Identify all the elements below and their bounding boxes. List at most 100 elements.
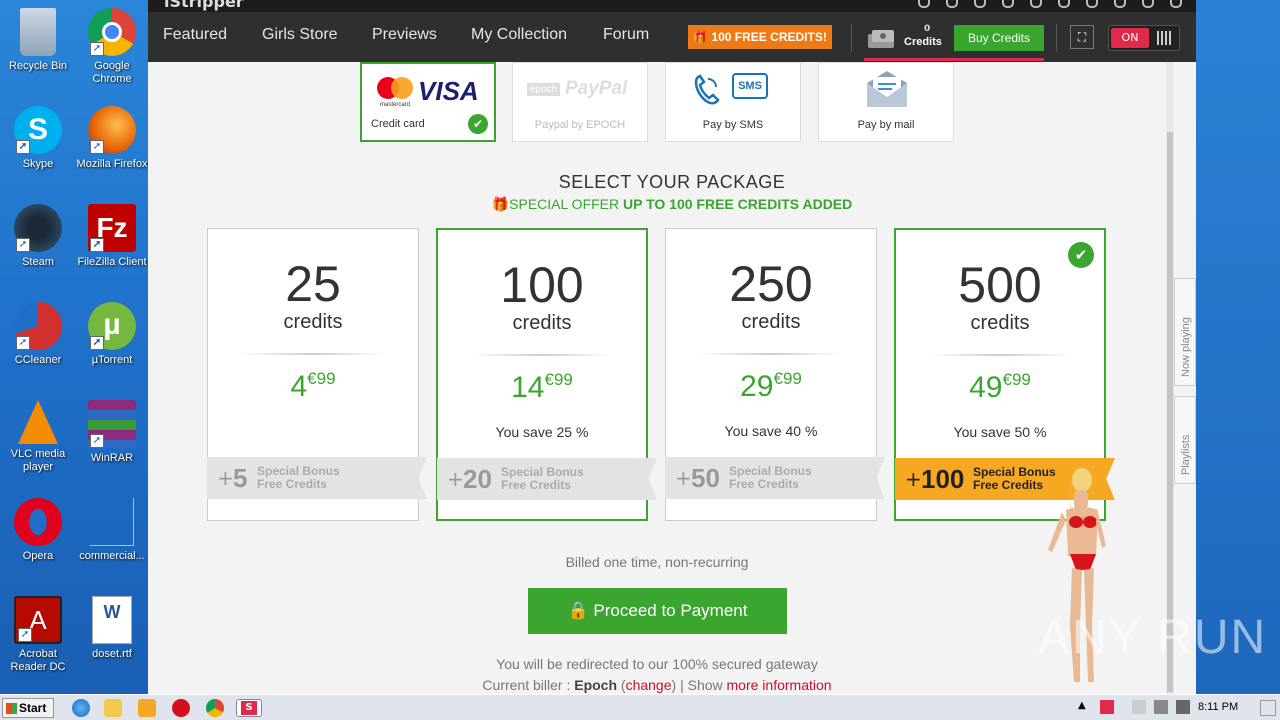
- package-price: 4€99: [290, 369, 336, 403]
- istripper-taskbar-icon[interactable]: S: [236, 699, 262, 717]
- desktop-icon-skype[interactable]: S ➚ Skype: [0, 106, 76, 171]
- opera-taskbar-icon[interactable]: [172, 699, 190, 717]
- title-bar: iStripper: [148, 0, 1196, 12]
- credits-label: Credits: [904, 36, 942, 48]
- shortcut-arrow-icon: ➚: [90, 42, 104, 56]
- svg-text:mastercard: mastercard: [380, 102, 410, 108]
- explorer-icon[interactable]: [104, 699, 122, 717]
- checkmark-icon: ✔: [468, 114, 488, 134]
- utorrent-icon: µ ➚: [88, 302, 136, 350]
- download-icon[interactable]: [918, 0, 930, 8]
- desktop-icon-opera[interactable]: Opera: [0, 498, 76, 563]
- package-card-250[interactable]: 250 credits 29€99 You save 40 % +50 Spec…: [665, 228, 885, 521]
- user-icon[interactable]: [1086, 0, 1098, 8]
- scrollbar-thumb[interactable]: [1167, 132, 1173, 692]
- skype-icon: S ➚: [14, 106, 62, 154]
- word-doc-icon: W: [92, 596, 132, 644]
- nav-girls-store[interactable]: Girls Store: [262, 26, 338, 44]
- close-icon[interactable]: [1170, 0, 1182, 8]
- tray-volume-icon[interactable]: [1176, 700, 1190, 714]
- desktop-icon-chrome[interactable]: ➚ Google Chrome: [74, 8, 150, 86]
- network-icon[interactable]: [1002, 0, 1014, 8]
- desktop-icon-filezilla[interactable]: Fz ➚ FileZilla Client: [74, 204, 150, 269]
- payment-credit-card[interactable]: mastercard VISA Credit card ✔: [360, 62, 496, 142]
- start-button[interactable]: Start: [2, 698, 54, 718]
- desktop-icon-recycle-bin[interactable]: Recycle Bin: [0, 8, 76, 73]
- nav-forum[interactable]: Forum: [603, 26, 649, 44]
- desktop-icon-firefox[interactable]: ➚ Mozilla Firefox: [74, 106, 150, 171]
- credits-display[interactable]: 0 Credits: [864, 22, 954, 52]
- gift-icon: 🎁: [491, 196, 510, 212]
- package-card-25[interactable]: 25 credits 4€99 +5 Special Bonus Free Cre…: [207, 228, 427, 521]
- desktop-icon-acrobat[interactable]: A ➚ Acrobat Reader DC: [0, 596, 76, 674]
- media-player-icon[interactable]: [138, 699, 156, 717]
- visa-logo: VISA: [418, 76, 479, 106]
- package-amount: 100: [500, 257, 584, 313]
- package-unit: credits: [741, 311, 801, 333]
- desktop-icon-winrar[interactable]: ➚ WinRAR: [74, 400, 150, 465]
- tab-now-playing[interactable]: Now playing: [1174, 278, 1196, 386]
- gift-icon: 🎁: [693, 30, 712, 44]
- anyrun-watermark: ANY RUN: [1038, 611, 1268, 664]
- shortcut-arrow-icon: ➚: [16, 140, 30, 154]
- settings-icon[interactable]: [1030, 0, 1042, 8]
- filezilla-icon: Fz ➚: [88, 204, 136, 252]
- desktop-icon-commercial[interactable]: commercial...: [74, 498, 150, 563]
- nav-my-collection[interactable]: My Collection: [471, 26, 567, 44]
- buy-credits-button[interactable]: Buy Credits: [954, 25, 1044, 51]
- special-offer: 🎁SPECIAL OFFER UP TO 100 FREE CREDITS AD…: [491, 196, 853, 212]
- package-price: 14€99: [511, 370, 573, 404]
- proceed-to-payment-button[interactable]: 🔒 Proceed to Payment: [528, 588, 787, 634]
- taskbar-clock[interactable]: 8:11 PM: [1198, 701, 1238, 713]
- more-information-link[interactable]: more information: [727, 677, 832, 693]
- windows-logo-icon: [6, 703, 17, 714]
- tray-expand-icon[interactable]: ▲: [1078, 700, 1092, 714]
- tray-flag-icon[interactable]: [1132, 700, 1146, 714]
- toggle-on-label: ON: [1111, 28, 1149, 48]
- package-heading: SELECT YOUR PACKAGE: [558, 172, 786, 192]
- package-savings: You save 50 %: [953, 424, 1047, 440]
- shortcut-arrow-icon: ➚: [90, 434, 104, 448]
- show-desktop-button[interactable]: [1260, 700, 1276, 716]
- desktop-right-strip: [1196, 0, 1280, 694]
- desktop-icon-doset[interactable]: W doset.rtf: [74, 596, 150, 661]
- desktop-icon-steam[interactable]: ➚ Steam: [0, 204, 76, 269]
- nav-featured[interactable]: Featured: [163, 26, 227, 44]
- epoch-logo: epoch: [527, 83, 561, 96]
- package-amount: 250: [729, 256, 813, 312]
- vertical-scrollbar[interactable]: [1166, 62, 1174, 694]
- package-card-100[interactable]: 100 credits 14€99 You save 25 % +20 Spec…: [436, 228, 657, 521]
- binoculars-icon[interactable]: [974, 0, 986, 8]
- payment-mail[interactable]: Pay by mail: [818, 62, 954, 142]
- package-unit: credits: [512, 312, 572, 334]
- help-icon[interactable]: [1058, 0, 1070, 8]
- shortcut-arrow-icon: ➚: [90, 238, 104, 252]
- minimize-icon[interactable]: [1114, 0, 1126, 8]
- message-icon[interactable]: [946, 0, 958, 8]
- maximize-icon[interactable]: [1142, 0, 1154, 8]
- package-price: 29€99: [740, 369, 802, 403]
- desktop-icon-ccleaner[interactable]: ➚ CCleaner: [0, 302, 76, 367]
- fullscreen-icon[interactable]: ⛶: [1070, 25, 1094, 49]
- active-indicator: [864, 58, 1044, 61]
- shortcut-arrow-icon: ➚: [16, 238, 30, 252]
- tray-network-icon[interactable]: [1154, 700, 1168, 714]
- on-off-toggle[interactable]: ON: [1108, 25, 1180, 51]
- mastercard-logo-icon: mastercard: [377, 77, 413, 108]
- app-window: iStripper Featured Girls Store Previews …: [148, 0, 1196, 694]
- app-logo: iStripper: [164, 0, 244, 11]
- desktop-icon-vlc[interactable]: VLC media player: [0, 400, 76, 474]
- change-biller-link[interactable]: change: [626, 677, 672, 693]
- tray-istripper-icon[interactable]: [1100, 700, 1114, 714]
- payment-sms[interactable]: SMS Pay by SMS: [665, 62, 801, 142]
- nav-previews[interactable]: Previews: [372, 26, 437, 44]
- tab-playlists[interactable]: Playlists: [1174, 396, 1196, 484]
- desktop-icon-utorrent[interactable]: µ ➚ µTorrent: [74, 302, 150, 367]
- chrome-taskbar-icon[interactable]: [206, 699, 224, 717]
- payment-paypal-epoch[interactable]: epoch PayPal Paypal by EPOCH: [512, 62, 648, 142]
- vlc-icon: [18, 400, 58, 444]
- bonus-banner: +50 Special Bonus Free Credits: [665, 457, 885, 499]
- free-credits-button[interactable]: 🎁 100 FREE CREDITS!: [688, 25, 832, 49]
- ccleaner-icon: ➚: [14, 302, 62, 350]
- ie-icon[interactable]: [72, 699, 90, 717]
